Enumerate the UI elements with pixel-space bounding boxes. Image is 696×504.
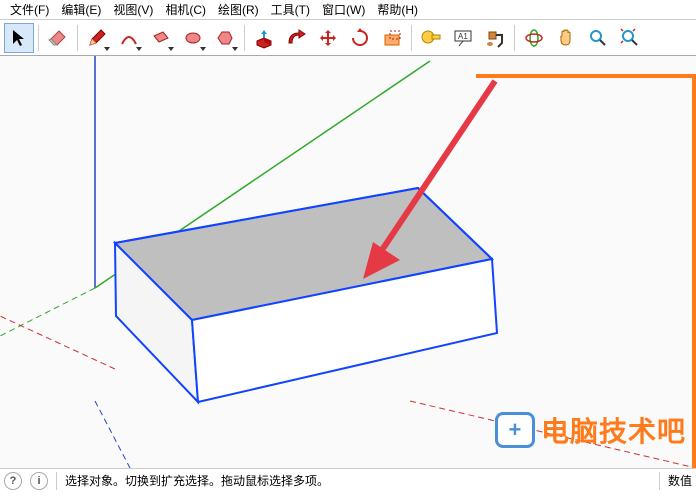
toolbar-separator [411,25,412,51]
polygon-tool[interactable] [210,23,240,53]
menu-edit[interactable]: 编辑(E) [55,0,107,20]
zoom-extents-tool[interactable] [615,23,645,53]
arrow-icon [9,28,29,48]
eraser-icon [47,27,69,49]
polygon-icon [215,28,235,48]
zoom-extents-icon [620,28,640,48]
orbit-icon [524,28,544,48]
dropdown-icon [136,47,142,51]
rectangle-tool[interactable] [146,23,176,53]
pan-tool[interactable] [551,23,581,53]
paint-icon [484,27,506,49]
dropdown-icon [104,47,110,51]
pencil-icon [87,28,107,48]
dropdown-icon [232,47,238,51]
text-icon: A1 [453,28,473,48]
status-separator [659,472,660,490]
svg-text:A1: A1 [458,32,468,41]
statusbar: ? i 选择对象。切换到扩充选择。拖动鼠标选择多项。 数值 [0,468,696,492]
rectangle-icon [151,28,171,48]
circle-icon [183,28,203,48]
toolbar-separator [514,25,515,51]
move-icon [318,28,338,48]
pushpull-icon [253,27,275,49]
info-icon[interactable]: ? [4,472,22,490]
arc-icon [119,28,139,48]
pan-icon [556,28,576,48]
text-tool[interactable]: A1 [448,23,478,53]
axis-x-neg [0,316,115,369]
tape-tool[interactable] [416,23,446,53]
scale-icon [382,28,402,48]
rotate-tool[interactable] [345,23,375,53]
menubar: 文件(F) 编辑(E) 视图(V) 相机(C) 绘图(R) 工具(T) 窗口(W… [0,0,696,20]
tape-icon [420,27,442,49]
toolbar-separator [77,25,78,51]
person-icon[interactable]: i [30,472,48,490]
menu-view[interactable]: 视图(V) [107,0,159,20]
toolbar-separator [38,25,39,51]
dropdown-icon [200,47,206,51]
menu-window[interactable]: 窗口(W) [316,0,371,20]
axis-z-neg [95,401,130,468]
arc-tool[interactable] [114,23,144,53]
axis-y-neg [0,288,95,336]
dropdown-icon [168,47,174,51]
zoom-icon [588,28,608,48]
circle-tool[interactable] [178,23,208,53]
menu-help[interactable]: 帮助(H) [371,0,424,20]
menu-tools[interactable]: 工具(T) [265,0,316,20]
zoom-tool[interactable] [583,23,613,53]
orbit-tool[interactable] [519,23,549,53]
paint-tool[interactable] [480,23,510,53]
eraser-tool[interactable] [43,23,73,53]
move-tool[interactable] [313,23,343,53]
line-tool[interactable] [82,23,112,53]
status-hint: 选择对象。切换到扩充选择。拖动鼠标选择多项。 [65,472,329,489]
followme-icon [285,27,307,49]
menu-camera[interactable]: 相机(C) [159,0,212,20]
followme-tool[interactable] [281,23,311,53]
viewport[interactable]: + 电脑技术吧 [0,56,696,468]
watermark-text: 电脑技术吧 [541,410,686,450]
scale-tool[interactable] [377,23,407,53]
pushpull-tool[interactable] [249,23,279,53]
rotate-icon [350,28,370,48]
menu-file[interactable]: 文件(F) [4,0,55,20]
selected-box[interactable] [115,188,497,402]
watermark-logo-icon: + [495,412,535,448]
menu-draw[interactable]: 绘图(R) [212,0,265,20]
watermark: + 电脑技术吧 [495,410,686,450]
toolbar: A1 [0,20,696,56]
select-tool[interactable] [4,23,34,53]
model-canvas [0,56,696,468]
toolbar-separator [244,25,245,51]
status-value-label: 数值 [668,472,692,489]
status-separator [56,472,57,490]
